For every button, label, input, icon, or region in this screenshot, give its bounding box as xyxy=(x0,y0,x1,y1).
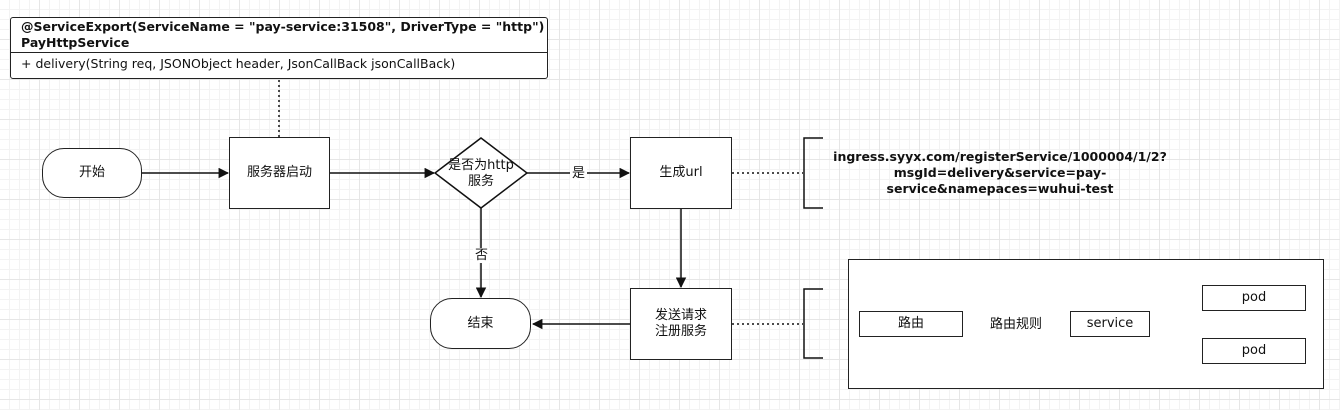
pod-node-1[interactable]: pod xyxy=(1202,285,1306,311)
start-node[interactable]: 开始 xyxy=(42,148,142,198)
decision-label-line1: 是否为http xyxy=(448,158,514,173)
send-request-node[interactable]: 发送请求 注册服务 xyxy=(630,288,732,360)
url-note-line2: msgId=delivery&service=pay- xyxy=(893,165,1107,180)
route-node[interactable]: 路由 xyxy=(859,311,963,337)
end-label: 结束 xyxy=(467,315,494,331)
no-edge-label: 否 xyxy=(473,248,491,263)
service-label: service xyxy=(1086,316,1134,331)
url-note-line3: service&namepaces=wuhui-test xyxy=(886,181,1114,196)
route-label: 路由 xyxy=(897,316,924,331)
send-request-label: 发送请求 注册服务 xyxy=(655,308,707,340)
decision-node[interactable]: 是否为http 服务 xyxy=(436,156,526,192)
send-request-line2: 注册服务 xyxy=(654,324,707,339)
pod-node-2[interactable]: pod xyxy=(1202,338,1306,364)
decision-label: 是否为http 服务 xyxy=(448,158,514,190)
url-note-bracket xyxy=(803,137,823,209)
uml-method: + delivery(String req, JSONObject header… xyxy=(21,56,456,71)
routing-note-bracket xyxy=(803,288,823,359)
service-node[interactable]: service xyxy=(1070,311,1150,337)
route-rule-label: 路由规则 xyxy=(988,317,1045,332)
start-label: 开始 xyxy=(78,165,105,180)
boot-node[interactable]: 服务器启动 xyxy=(229,137,330,209)
pod-label-2: pod xyxy=(1241,343,1267,358)
diagram-canvas: @ServiceExport(ServiceName = "pay-servic… xyxy=(0,0,1340,410)
uml-annotation: @ServiceExport(ServiceName = "pay-servic… xyxy=(21,19,545,34)
pod-label-1: pod xyxy=(1241,290,1267,305)
yes-edge-label: 是 xyxy=(570,166,588,181)
generate-url-label: 生成url xyxy=(659,165,703,180)
send-request-line1: 发送请求 xyxy=(654,308,707,323)
boot-label: 服务器启动 xyxy=(246,165,312,180)
generate-url-node[interactable]: 生成url xyxy=(630,137,732,209)
decision-label-line2: 服务 xyxy=(467,174,494,189)
uml-class-box[interactable]: @ServiceExport(ServiceName = "pay-servic… xyxy=(10,17,548,79)
uml-class-header: @ServiceExport(ServiceName = "pay-servic… xyxy=(11,18,547,53)
end-node[interactable]: 结束 xyxy=(430,298,531,349)
url-note-text: ingress.syyx.com/registerService/1000004… xyxy=(830,149,1170,197)
uml-class-name: PayHttpService xyxy=(21,35,130,50)
url-note-line1: ingress.syyx.com/registerService/1000004… xyxy=(833,149,1167,164)
